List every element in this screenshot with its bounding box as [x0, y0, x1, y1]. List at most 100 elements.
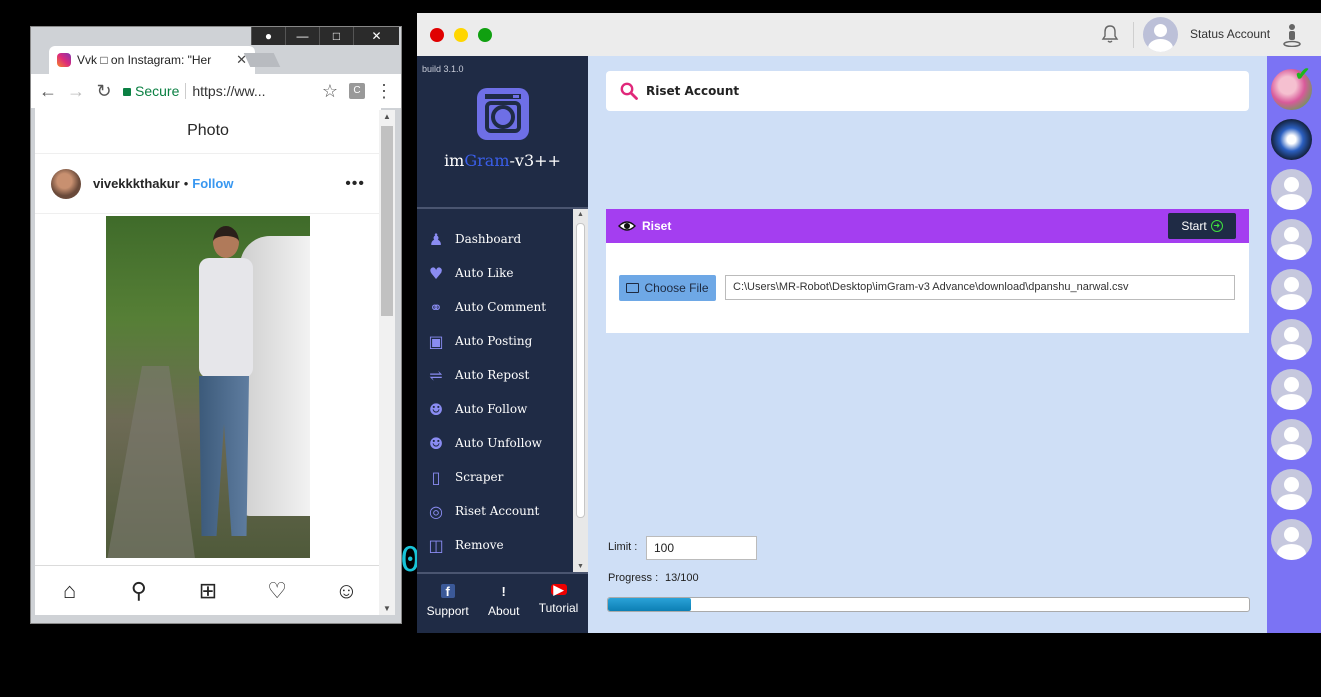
sidebar-item-auto-repost[interactable]: ⇌ Auto Repost [417, 358, 573, 392]
back-icon[interactable]: ← [39, 81, 57, 102]
comments-icon: ⚭ [429, 297, 443, 317]
address-bar[interactable]: Secure https://ww... [123, 83, 311, 99]
account-avatar[interactable] [1271, 369, 1312, 410]
file-path-field[interactable]: C:\Users\MR-Robot\Desktop\imGram-v3 Adva… [725, 275, 1235, 300]
limit-input[interactable]: 100 [646, 536, 757, 560]
minimize-button[interactable]: — [285, 27, 319, 45]
scroll-down-icon[interactable]: ▼ [379, 604, 395, 613]
reload-icon[interactable]: ↻ [95, 81, 113, 102]
tutorial-link[interactable]: ▶ Tutorial [538, 582, 579, 618]
extension-icon[interactable]: C [349, 83, 365, 99]
title-bar: Status Account [417, 13, 1321, 56]
arrow-right-circle-icon: ➜ [1210, 220, 1223, 232]
scroll-up-icon[interactable]: ▲ [379, 112, 395, 121]
exclamation-icon: ! [501, 583, 506, 599]
browser-tab[interactable]: Vvk □ on Instagram: "Her ✕ [49, 46, 255, 74]
post-photo[interactable] [106, 216, 310, 558]
target-icon: ◎ [429, 501, 443, 521]
start-button[interactable]: Start ➜ [1168, 213, 1236, 239]
choose-file-button[interactable]: Choose File [619, 275, 716, 301]
scroll-thumb[interactable] [381, 126, 393, 316]
new-tab-button[interactable] [243, 53, 281, 67]
secure-label: Secure [135, 83, 180, 99]
about-label: About [488, 604, 520, 618]
avatar[interactable] [51, 168, 81, 199]
person-stand-icon: ♟ [428, 229, 444, 249]
sidebar-item-auto-follow[interactable]: ☻ Auto Follow [417, 392, 573, 426]
separator-dot: • [183, 176, 189, 191]
youtube-icon: ▶ [550, 582, 567, 597]
person-stand-icon[interactable] [1283, 23, 1301, 47]
account-avatar[interactable] [1271, 219, 1312, 260]
sidebar-item-remove[interactable]: ◫ Remove [417, 528, 573, 562]
sidebar-item-dashboard[interactable]: ♟ Dashboard [417, 222, 573, 256]
maximize-dot[interactable] [478, 28, 492, 42]
account-avatar[interactable] [1271, 169, 1312, 210]
close-window-button[interactable]: ✕ [353, 27, 399, 45]
close-dot[interactable] [430, 28, 444, 42]
sidebar-item-auto-posting[interactable]: ▣ Auto Posting [417, 324, 573, 358]
folder-icon [626, 283, 640, 293]
heart-icon[interactable]: ♡ [262, 578, 292, 604]
support-link[interactable]: f Support [426, 584, 469, 619]
bell-icon[interactable] [1100, 24, 1120, 44]
search-icon [620, 82, 638, 100]
account-avatar[interactable] [1271, 269, 1312, 310]
sidebar-footer: f Support ! About ▶ Tutorial [417, 582, 588, 619]
scroll-thumb[interactable] [576, 223, 585, 518]
about-link[interactable]: ! About [488, 583, 520, 619]
account-avatar[interactable] [1271, 469, 1312, 510]
minimize-dot[interactable] [454, 28, 468, 42]
url-text[interactable]: https://ww... [192, 83, 265, 99]
account-avatar[interactable] [1271, 519, 1312, 560]
user-icon[interactable]: ● [251, 27, 285, 45]
scroll-up-icon[interactable]: ▲ [573, 211, 588, 218]
progress-label: Progress : [608, 572, 659, 584]
sidebar-item-label: Auto Repost [455, 368, 530, 382]
sidebar-scrollbar[interactable]: ▲ ▼ [573, 209, 588, 572]
tab-title: Vvk □ on Instagram: "Her [77, 53, 212, 67]
divider [185, 83, 187, 99]
imgram-window: Status Account build 3.1.0 imGram-v3++ ♟… [417, 13, 1321, 633]
follow-button[interactable]: Follow [192, 176, 233, 191]
sidebar-item-auto-like[interactable]: ♥ Auto Like [417, 256, 573, 290]
divider [417, 572, 588, 574]
account-avatar[interactable] [1271, 419, 1312, 460]
more-options-icon[interactable]: ••• [345, 175, 365, 193]
start-label: Start [1181, 219, 1207, 233]
status-account-label[interactable]: Status Account [1190, 27, 1270, 41]
forward-icon[interactable]: → [67, 81, 85, 102]
maximize-button[interactable]: □ [319, 27, 353, 45]
riset-panel: Riset Start ➜ Choose File C:\Users\MR-Ro… [606, 209, 1249, 333]
page-scrollbar[interactable]: ▲ ▼ [379, 110, 395, 615]
instagram-favicon-icon [57, 53, 71, 67]
support-label: Support [426, 604, 469, 618]
browser-window: ● — □ ✕ Vvk □ on Instagram: "Her ✕ ← → ↻… [30, 26, 402, 624]
main-content: Riset Account Riset Start ➜ Choose File … [588, 56, 1267, 633]
username-link[interactable]: vivekkkthakur [93, 176, 180, 191]
tutorial-label: Tutorial [538, 601, 579, 615]
sidebar-item-auto-comment[interactable]: ⚭ Auto Comment [417, 290, 573, 324]
account-avatar[interactable] [1143, 17, 1178, 52]
sidebar-item-auto-unfollow[interactable]: ☻ Auto Unfollow [417, 426, 573, 460]
choose-file-label: Choose File [644, 281, 709, 295]
sidebar-item-label: Scraper [455, 470, 504, 484]
account-avatar[interactable] [1271, 319, 1312, 360]
sidebar-item-scraper[interactable]: ▯ Scraper [417, 460, 573, 494]
account-avatar[interactable] [1271, 119, 1312, 160]
star-icon[interactable]: ☆ [321, 81, 339, 102]
new-post-icon[interactable]: ⊞ [193, 578, 223, 604]
search-icon[interactable]: ⚲ [124, 578, 154, 604]
menu-dots-icon[interactable]: ⋮ [375, 81, 393, 102]
sidebar-item-label: Auto Unfollow [455, 436, 542, 450]
home-icon[interactable]: ⌂ [55, 578, 85, 604]
page-title: Photo [35, 108, 381, 154]
profile-icon[interactable]: ☺ [331, 578, 361, 604]
shuffle-icon: ⇌ [429, 365, 443, 385]
sidebar-item-label: Dashboard [455, 232, 522, 246]
brand-title: imGram-v3++ [444, 151, 561, 170]
scroll-down-icon[interactable]: ▼ [573, 563, 588, 570]
secure-indicator[interactable]: Secure [123, 83, 179, 99]
sidebar-item-label: Riset Account [455, 504, 540, 518]
sidebar-item-riset-account[interactable]: ◎ Riset Account [417, 494, 573, 528]
